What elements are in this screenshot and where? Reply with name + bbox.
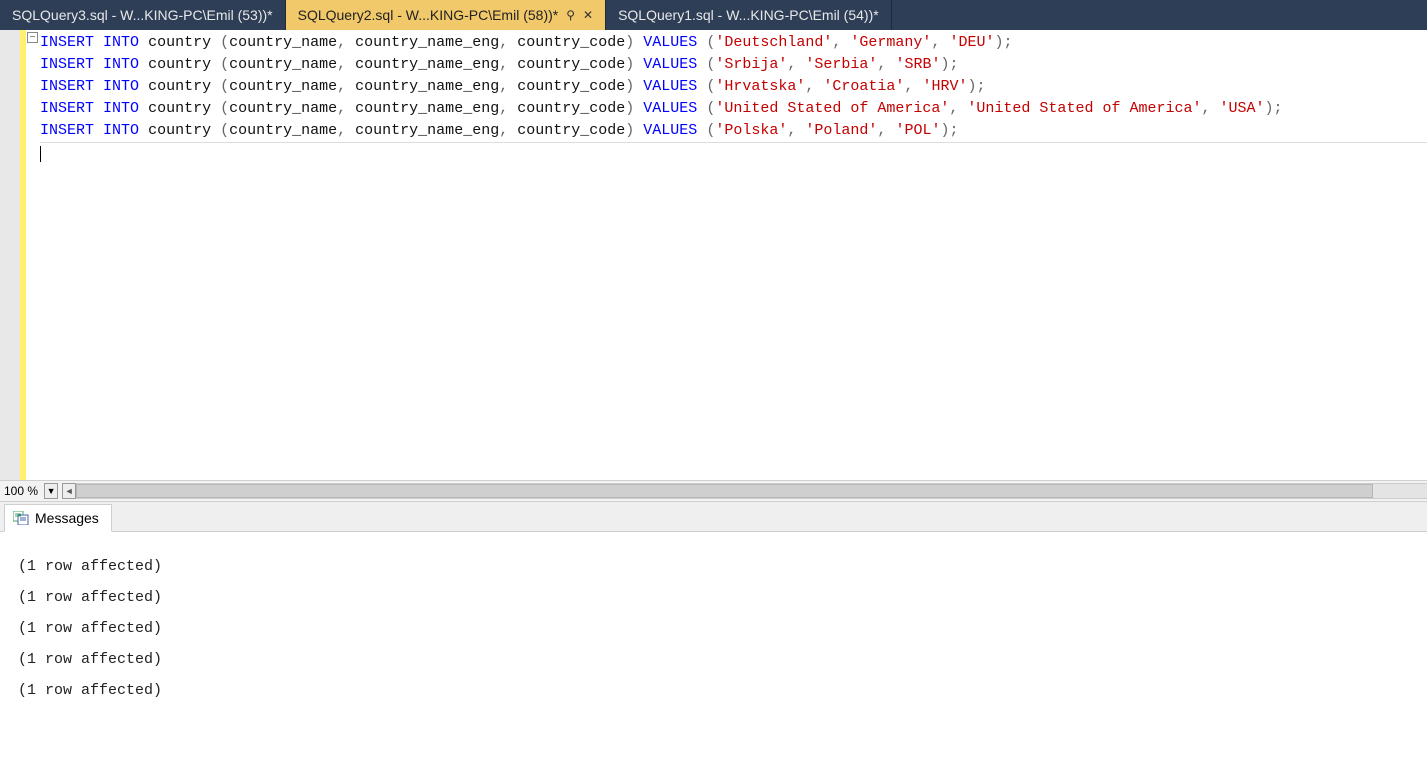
sql-code-area[interactable]: INSERT INTO country (country_name, count… (40, 30, 1427, 480)
messages-icon (13, 511, 29, 525)
zoom-level: 100 % (0, 484, 44, 498)
hscroll-thumb[interactable] (76, 484, 1373, 498)
results-tab-bar: Messages (0, 502, 1427, 532)
text-cursor (40, 146, 41, 162)
message-line: (1 row affected) (18, 589, 1409, 606)
file-tab[interactable]: SQLQuery1.sql - W...KING-PC\Emil (54))* (606, 0, 892, 30)
file-tab-active[interactable]: SQLQuery2.sql - W...KING-PC\Emil (58))* … (286, 0, 606, 30)
close-icon[interactable]: ✕ (583, 8, 593, 22)
editor-selection-margin (0, 30, 20, 480)
zoom-dropdown-icon[interactable]: ▼ (44, 483, 58, 499)
messages-panel[interactable]: (1 row affected) (1 row affected) (1 row… (0, 532, 1427, 762)
fold-collapse-icon[interactable]: − (27, 32, 38, 43)
kw-into: INTO (103, 34, 139, 51)
file-tab-label: SQLQuery1.sql - W...KING-PC\Emil (54))* (618, 7, 879, 23)
editor-status-strip: 100 % ▼ ◄ (0, 480, 1427, 502)
message-line: (1 row affected) (18, 558, 1409, 575)
file-tab-label: SQLQuery2.sql - W...KING-PC\Emil (58))* (298, 7, 559, 23)
file-tab-bar: SQLQuery3.sql - W...KING-PC\Emil (53))* … (0, 0, 1427, 30)
editor-fold-gutter: − (26, 30, 40, 480)
message-line: (1 row affected) (18, 651, 1409, 668)
kw-values: VALUES (643, 34, 697, 51)
file-tab[interactable]: SQLQuery3.sql - W...KING-PC\Emil (53))* (0, 0, 286, 30)
pin-icon[interactable]: ⚲ (566, 8, 575, 22)
hscroll-track[interactable] (76, 483, 1427, 499)
file-tab-label: SQLQuery3.sql - W...KING-PC\Emil (53))* (12, 7, 273, 23)
tbl: country (148, 34, 211, 51)
hscroll-left-icon[interactable]: ◄ (62, 483, 76, 499)
messages-tab-label: Messages (35, 510, 99, 526)
sql-editor: − INSERT INTO country (country_name, cou… (0, 30, 1427, 480)
messages-tab[interactable]: Messages (4, 504, 112, 532)
kw-insert: INSERT (40, 34, 94, 51)
message-line: (1 row affected) (18, 620, 1409, 637)
message-line: (1 row affected) (18, 682, 1409, 699)
